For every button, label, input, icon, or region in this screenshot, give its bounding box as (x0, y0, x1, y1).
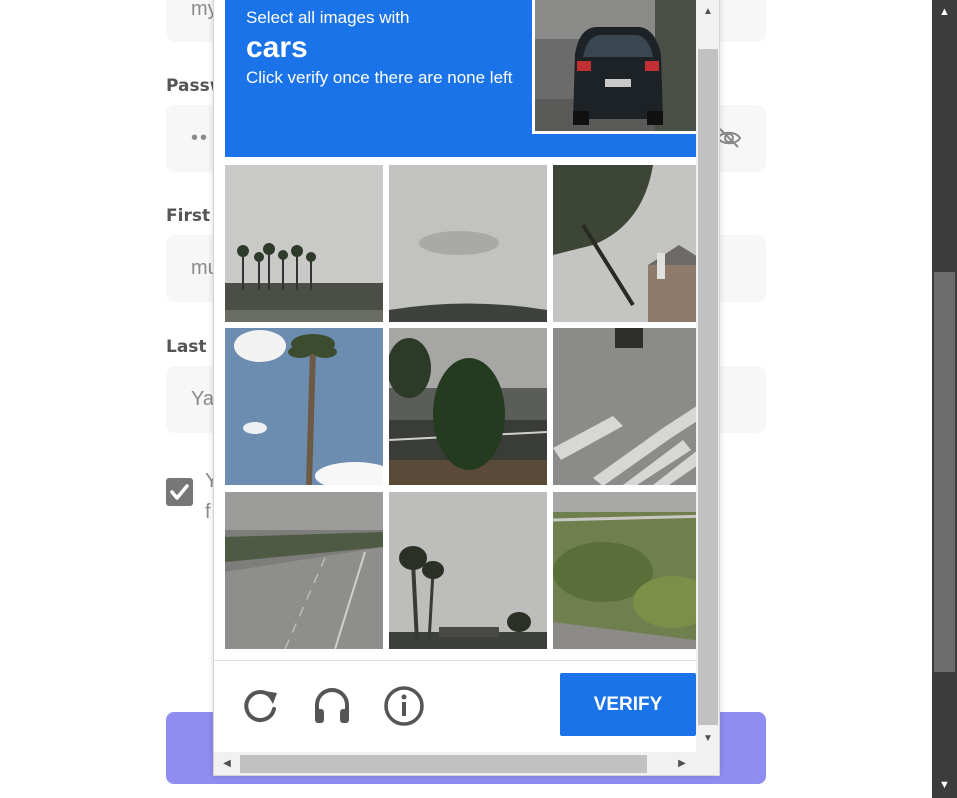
headphones-icon[interactable] (311, 685, 353, 727)
captcha-content: Select all images with cars Click verify… (214, 0, 696, 752)
captcha-divider (214, 660, 696, 661)
consent-checkbox[interactable] (166, 478, 193, 506)
captcha-tile-8[interactable] (389, 492, 547, 649)
captcha-horizontal-scrollbar[interactable]: ◀ ▶ (214, 752, 719, 775)
instruction-line2: Click verify once there are none left (246, 68, 513, 87)
captcha-tile-3[interactable] (553, 165, 696, 322)
captcha-scroll-left-icon[interactable]: ◀ (216, 752, 238, 775)
captcha-scroll-up-icon[interactable]: ▲ (696, 1, 719, 23)
captcha-challenge: Select all images with cars Click verify… (213, 0, 720, 776)
consent-text-line2: f (205, 501, 211, 523)
captcha-tile-4[interactable] (225, 328, 383, 485)
checkmark-icon (170, 484, 189, 500)
captcha-tile-6[interactable] (553, 328, 696, 485)
captcha-vertical-scrollbar[interactable]: ▲ ▼ (696, 0, 719, 752)
captcha-horizontal-scrollbar-thumb[interactable] (240, 755, 647, 773)
captcha-tile-5[interactable] (389, 328, 547, 485)
captcha-scroll-down-icon[interactable]: ▼ (696, 728, 719, 750)
info-icon[interactable] (383, 685, 425, 727)
instruction-keyword: cars (246, 31, 308, 64)
reload-icon[interactable] (239, 685, 281, 727)
captcha-instruction-banner: Select all images with cars Click verify… (225, 0, 696, 157)
scroll-down-arrow-icon[interactable]: ▼ (932, 773, 957, 798)
captcha-tile-9[interactable] (553, 492, 696, 649)
captcha-tile-2[interactable] (389, 165, 547, 322)
password-field-value: •• (191, 127, 210, 149)
captcha-vertical-scrollbar-thumb[interactable] (698, 49, 718, 725)
page-scrollbar-thumb[interactable] (934, 272, 955, 672)
page-scrollbar[interactable]: ▲ ▼ (932, 0, 957, 798)
last-name-field-value: Ya (191, 388, 214, 410)
captcha-tile-1[interactable] (225, 165, 383, 322)
scroll-up-arrow-icon[interactable]: ▲ (932, 0, 957, 25)
sample-car-image (532, 0, 696, 134)
captcha-scroll-right-icon[interactable]: ▶ (671, 752, 693, 775)
verify-button[interactable]: VERIFY (560, 673, 696, 736)
captcha-tile-7[interactable] (225, 492, 383, 649)
instruction-line1: Select all images with (246, 8, 410, 27)
